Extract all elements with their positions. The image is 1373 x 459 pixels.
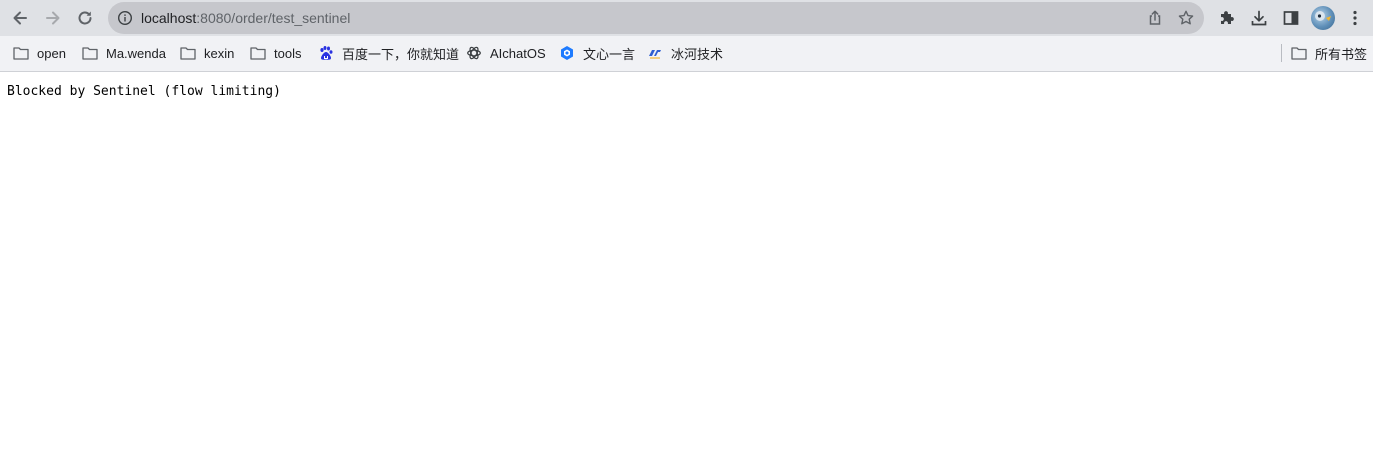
- baidu-icon: [318, 45, 334, 61]
- bookmark-kexin[interactable]: kexin: [180, 36, 234, 70]
- side-panel-icon: [1283, 11, 1299, 25]
- bookmark-label: Ma.wenda: [106, 45, 166, 61]
- forward-button[interactable]: [41, 6, 65, 30]
- bookmarks-separator: [1281, 44, 1282, 62]
- bookmark-ma-wenda[interactable]: Ma.wenda: [82, 36, 166, 70]
- bookmark-star-icon[interactable]: [1177, 9, 1195, 27]
- openai-icon: [466, 45, 482, 61]
- downloads-button[interactable]: [1247, 6, 1271, 30]
- back-button[interactable]: [8, 6, 32, 30]
- arrow-left-icon: [13, 11, 27, 25]
- puzzle-icon: [1221, 11, 1234, 24]
- arrow-right-icon: [46, 11, 60, 25]
- reload-icon: [78, 11, 92, 25]
- bookmark-wenxin[interactable]: 文心一言: [559, 36, 635, 70]
- avatar-icon: [1315, 11, 1331, 21]
- all-bookmarks-folder[interactable]: 所有书签: [1291, 36, 1367, 70]
- folder-icon: [82, 45, 98, 61]
- bookmark-label: kexin: [204, 45, 235, 61]
- bookmark-baidu[interactable]: 百度一下，你就知道: [318, 36, 459, 70]
- bookmarks-bar: open Ma.wenda kexin tools 百度一下，你就知道 AIch…: [0, 36, 1373, 72]
- folder-icon: [180, 45, 196, 61]
- share-icon[interactable]: [1146, 9, 1164, 27]
- bookmark-label: 百度一下，你就知道: [342, 46, 460, 62]
- site-info-icon[interactable]: [117, 10, 133, 26]
- bookmark-binghe[interactable]: 冰河技术: [647, 36, 723, 70]
- more-vertical-icon: [1353, 10, 1357, 26]
- profile-avatar[interactable]: [1311, 6, 1335, 30]
- wenxin-icon: [559, 45, 575, 61]
- bookmark-label: open: [37, 45, 66, 61]
- side-panel-button[interactable]: [1279, 6, 1303, 30]
- bookmark-aichatos[interactable]: AIchatOS: [466, 36, 546, 70]
- address-bar[interactable]: localhost:8080/order/test_sentinel: [108, 2, 1204, 34]
- url-host: localhost: [141, 10, 197, 26]
- bookmark-open[interactable]: open: [13, 36, 66, 70]
- binghe-icon: [647, 45, 663, 61]
- bookmark-label: 冰河技术: [671, 46, 724, 62]
- folder-icon: [1291, 45, 1307, 61]
- download-icon: [1251, 10, 1267, 26]
- bookmark-label: AIchatOS: [490, 45, 546, 61]
- extensions-button[interactable]: [1215, 6, 1239, 30]
- browser-menu-button[interactable]: [1343, 6, 1367, 30]
- url-path: :8080/order/test_sentinel: [196, 10, 351, 26]
- reload-button[interactable]: [73, 6, 97, 30]
- browser-toolbar: localhost:8080/order/test_sentinel: [0, 0, 1373, 36]
- all-bookmarks-label: 所有书签: [1315, 46, 1368, 62]
- folder-icon: [250, 45, 266, 61]
- url-text[interactable]: localhost:8080/order/test_sentinel: [141, 9, 350, 27]
- bookmark-tools[interactable]: tools: [250, 36, 301, 70]
- folder-icon: [13, 45, 29, 61]
- bookmark-label: 文心一言: [583, 46, 636, 62]
- bookmark-label: tools: [274, 45, 302, 61]
- page-message: Blocked by Sentinel (flow limiting): [7, 84, 281, 99]
